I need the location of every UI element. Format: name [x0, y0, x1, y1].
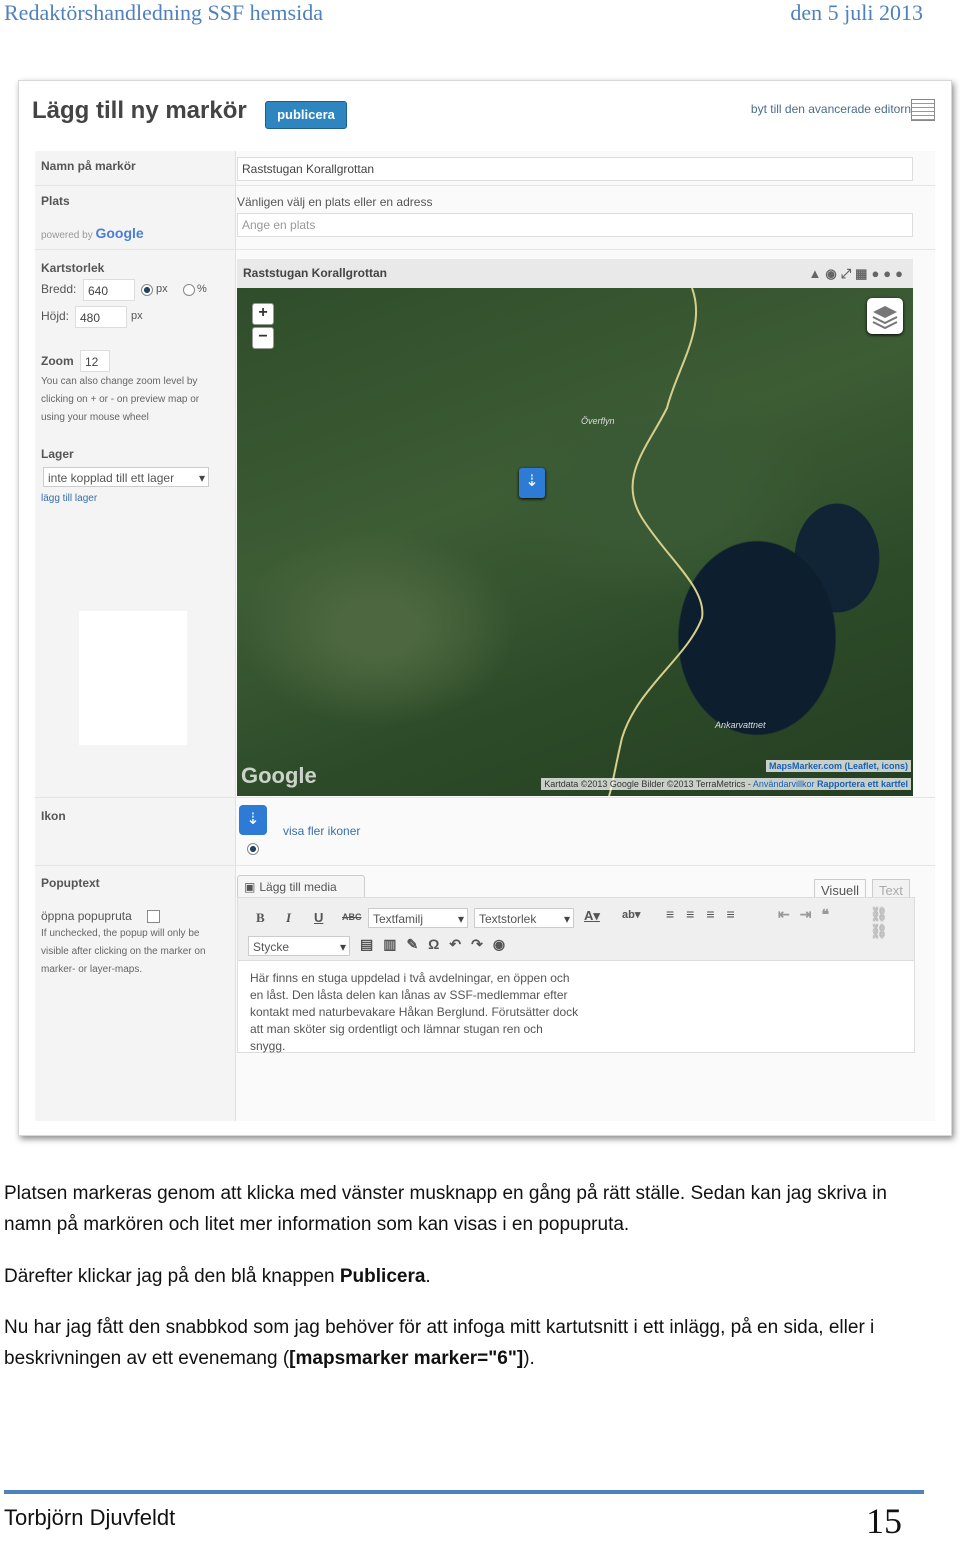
blank-area [79, 611, 187, 745]
mapsmarker-link[interactable]: MapsMarker.com (Leaflet, icons) [769, 761, 908, 771]
terms-link[interactable]: Användarvillkor [753, 779, 815, 789]
font-family-select[interactable]: Textfamilj [368, 908, 468, 929]
unit-percent-radio[interactable] [183, 284, 195, 296]
strikethrough-icon[interactable]: ABC [342, 912, 362, 922]
italic-icon[interactable]: I [286, 910, 291, 926]
unit-px-label: px [156, 283, 168, 295]
page-number: 15 [866, 1501, 902, 1541]
copyright-text: Kartdata ©2013 Google Bilder ©2013 Terra… [544, 779, 751, 789]
embedded-screenshot: Lägg till ny markör publicera byt till d… [18, 80, 952, 1136]
layer-select[interactable]: inte kopplad till ett lager [43, 467, 209, 488]
add-media-button[interactable]: ▣ Lägg till media [237, 875, 365, 899]
more-icons-link[interactable]: visa fler ikoner [283, 824, 360, 838]
p3-end: ). [523, 1348, 535, 1369]
link-icons[interactable]: ⛓⛓ [870, 906, 914, 940]
text-color-icon[interactable]: A▾ [584, 908, 600, 924]
marker-name-input[interactable]: Raststugan Korallgrottan [237, 157, 913, 181]
height-unit: px [131, 310, 143, 322]
icon-label: Ikon [41, 809, 66, 823]
zoom-input[interactable]: 12 [80, 350, 110, 372]
layers-icon[interactable] [867, 298, 903, 334]
footer-author: Torbjörn Djuvfeldt [4, 1505, 176, 1530]
google-logo: Google [95, 225, 144, 241]
map-header: Raststugan Korallgrottan ▲◉⤢▦●●● [237, 259, 913, 289]
google-map-logo: Google [241, 763, 317, 788]
width-label: Bredd: [41, 282, 77, 296]
underline-icon[interactable]: U [314, 910, 323, 925]
icon-radio[interactable] [247, 843, 259, 855]
add-media-label: Lägg till media [259, 880, 337, 894]
road-line [608, 288, 704, 796]
unit-percent-label: % [197, 283, 207, 295]
unit-px-radio[interactable] [141, 284, 153, 296]
place-label: Plats [41, 194, 70, 208]
switch-editor-link[interactable]: byt till den avancerade editorn [751, 102, 911, 116]
report-error-link[interactable]: Rapportera ett kartfel [817, 779, 908, 789]
media-icon: ▣ [244, 880, 256, 894]
paragraph-2: Därefter klickar jag på den blå knappen … [4, 1261, 934, 1292]
indent-icons[interactable]: ⇤⇥❝ [778, 906, 839, 923]
publish-button[interactable]: publicera [265, 101, 347, 129]
place-search-input[interactable]: Ange en plats [237, 213, 913, 237]
add-layer-link[interactable]: lägg till lager [41, 493, 97, 504]
zoom-in-button[interactable]: + [252, 303, 274, 325]
alignment-icons[interactable]: ≡≡≡≡ [666, 906, 747, 922]
header-date: den 5 juli 2013 [790, 0, 923, 25]
popup-label: Popuptext [41, 876, 100, 890]
height-input[interactable]: 480 [75, 306, 127, 328]
mapsize-label: Kartstorlek [41, 261, 105, 275]
paste-special-icons[interactable]: ▤▥✎Ω↶↷◉ [360, 936, 515, 953]
open-popup-checkbox[interactable] [147, 910, 160, 923]
bold-icon[interactable]: B [256, 910, 265, 926]
p2-text: Därefter klickar jag på den blå knappen [4, 1266, 340, 1287]
divider [35, 249, 935, 250]
page-header: Redaktörshandledning SSF hemsida den 5 j… [0, 0, 960, 34]
name-label: Namn på markör [41, 159, 136, 173]
powered-by-google: powered by Google [41, 225, 144, 241]
p2-end: . [425, 1266, 431, 1287]
p2-bold: Publicera [339, 1266, 426, 1287]
map-attribution: MapsMarker.com (Leaflet, icons) [765, 760, 911, 772]
map-marker-icon[interactable]: ⇣ [519, 468, 545, 498]
map-copyright: Kartdata ©2013 Google Bilder ©2013 Terra… [541, 778, 911, 790]
divider [35, 865, 935, 866]
zoom-out-button[interactable]: − [252, 327, 274, 349]
format-select[interactable]: Stycke [248, 936, 350, 957]
open-popup-label: öppna popupruta [41, 909, 132, 923]
map-canvas[interactable]: + − Överflyn Ankarvattnet ⇣ Google MapsM… [237, 288, 913, 796]
layer-label: Lager [41, 447, 74, 461]
map-title: Raststugan Korallgrottan [243, 266, 388, 280]
powered-by-text: powered by [41, 230, 93, 241]
width-input[interactable]: 640 [83, 279, 135, 301]
divider [35, 797, 935, 798]
editor-list-icon[interactable] [911, 99, 935, 121]
height-label: Höjd: [41, 309, 70, 323]
popup-editor: B I U ABC Textfamilj Textstorlek A▾ ab▾ … [237, 897, 915, 1053]
paragraph-3: Nu har jag fått den snabbkod som jag beh… [4, 1312, 934, 1374]
map-tools-icons[interactable]: ▲◉⤢▦●●● [809, 259, 907, 288]
paragraph-1: Platsen markeras genom att klicka med vä… [4, 1183, 887, 1235]
popup-text-area[interactable]: Här finns en stuga uppdelad i två avdeln… [250, 970, 580, 1055]
popup-help: If unchecked, the popup will only be vis… [41, 928, 206, 975]
page-title: Lägg till ny markör [32, 97, 247, 124]
editor-toolbar: B I U ABC Textfamilj Textstorlek A▾ ab▾ … [238, 898, 914, 961]
map-label-overflyn: Överflyn [581, 416, 615, 426]
zoom-label: Zoom [41, 354, 74, 368]
header-title: Redaktörshandledning SSF hemsida [4, 0, 323, 25]
marker-pin-icon[interactable]: ⇣ [239, 805, 267, 835]
font-size-select[interactable]: Textstorlek [474, 908, 574, 929]
map-label-ankarvattnet: Ankarvattnet [715, 720, 766, 730]
place-hint: Vänligen välj en plats eller en adress [237, 195, 433, 209]
footer-divider [4, 1490, 924, 1494]
divider [35, 185, 935, 186]
p3-bold: [mapsmarker marker="6"] [289, 1348, 524, 1369]
zoom-help: You can also change zoom level by clicki… [41, 376, 200, 423]
highlight-icon[interactable]: ab▾ [622, 908, 640, 921]
